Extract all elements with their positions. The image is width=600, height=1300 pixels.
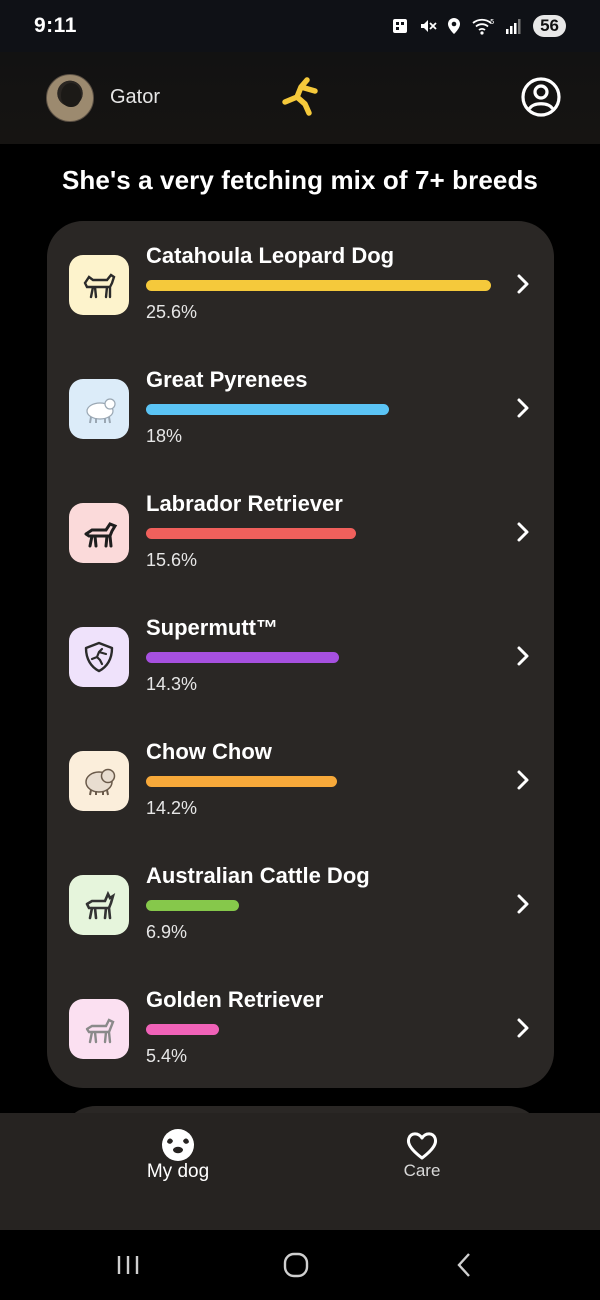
breed-percent-bar xyxy=(146,528,491,539)
recent-apps-icon[interactable] xyxy=(108,1250,148,1280)
dog-avatar[interactable] xyxy=(46,74,94,122)
status-bar: 9:11 5 56 xyxy=(0,0,600,52)
chevron-right-icon[interactable] xyxy=(513,521,533,543)
breed-row-catahoula-leopard-dog[interactable]: Catahoula Leopard Dog 25.6% xyxy=(47,221,554,331)
breed-name: Australian Cattle Dog xyxy=(146,863,370,888)
status-icons: 5 56 xyxy=(391,15,566,37)
chevron-right-icon[interactable] xyxy=(513,273,533,295)
breed-row-labrador-retriever[interactable]: Labrador Retriever 15.6% xyxy=(47,469,554,579)
breed-name: Chow Chow xyxy=(146,739,272,764)
breed-percent: 25.6% xyxy=(146,302,198,322)
chevron-right-icon[interactable] xyxy=(513,1017,533,1039)
breed-percent-bar xyxy=(146,280,491,291)
signal-icon xyxy=(506,19,521,34)
battery-indicator: 56 xyxy=(533,15,566,37)
app-header: Gator xyxy=(0,52,600,144)
system-nav-bar xyxy=(0,1230,600,1300)
breed-percent: 14.2% xyxy=(146,798,198,818)
bottom-nav: My dog Care xyxy=(0,1113,600,1230)
breed-row-australian-cattle-dog[interactable]: Australian Cattle Dog 6.9% xyxy=(47,841,554,951)
dog-name[interactable]: Gator xyxy=(110,86,160,109)
breed-percent: 14.3% xyxy=(146,674,198,694)
breed-percent-bar xyxy=(146,404,491,415)
breed-percent-bar-fill xyxy=(146,776,338,787)
chevron-right-icon[interactable] xyxy=(513,769,533,791)
catahoula-dog-icon xyxy=(69,255,129,315)
breed-percent: 15.6% xyxy=(146,550,198,570)
chevron-right-icon[interactable] xyxy=(513,397,533,419)
breed-percent-bar xyxy=(146,776,491,787)
breed-name: Catahoula Leopard Dog xyxy=(146,243,395,268)
breed-percent-bar xyxy=(146,652,491,663)
chevron-right-icon[interactable] xyxy=(513,893,533,915)
breed-row-chow-chow[interactable]: Chow Chow 14.2% xyxy=(47,717,554,827)
app-logo-icon xyxy=(282,77,318,116)
nav-care[interactable]: Care xyxy=(272,1113,572,1230)
breed-percent-bar-fill xyxy=(146,652,339,663)
breed-name: Great Pyrenees xyxy=(146,367,308,392)
breed-percent-bar-fill xyxy=(146,404,389,415)
breed-percent-bar xyxy=(146,1024,491,1035)
dog-face-icon xyxy=(162,1129,194,1161)
cattle-dog-icon xyxy=(69,875,129,935)
back-icon[interactable] xyxy=(445,1250,485,1280)
breed-percent: 6.9% xyxy=(146,922,188,942)
status-time: 9:11 xyxy=(34,14,77,37)
profile-icon[interactable] xyxy=(520,76,562,118)
supermutt-shield-icon xyxy=(69,627,129,687)
breed-percent-bar xyxy=(146,900,491,911)
location-icon xyxy=(448,18,461,34)
wifi-icon: 5 xyxy=(472,18,495,35)
nav-care-label: Care xyxy=(403,1161,441,1180)
breed-row-great-pyrenees[interactable]: Great Pyrenees 18% xyxy=(47,345,554,455)
breed-mix-headline: She's a very fetching mix of 7+ breeds xyxy=(61,165,538,195)
breed-percent-bar-fill xyxy=(146,280,491,291)
breed-row-supermutt[interactable]: Supermutt™ 14.3% xyxy=(47,593,554,703)
heart-icon xyxy=(406,1132,438,1160)
sim-icon xyxy=(393,19,408,33)
breed-breakdown-card: Catahoula Leopard Dog 25.6% Great Pyrene… xyxy=(47,221,554,1088)
breed-percent-bar-fill xyxy=(146,1024,219,1035)
svg-text:5: 5 xyxy=(490,18,494,26)
golden-retriever-icon xyxy=(69,999,129,1059)
chow-chow-icon xyxy=(69,751,129,811)
breed-percent: 18% xyxy=(146,426,183,446)
breed-name: Supermutt™ xyxy=(146,615,278,640)
breed-percent-bar-fill xyxy=(146,900,239,911)
breed-row-golden-retriever[interactable]: Golden Retriever 5.4% xyxy=(47,965,554,1075)
home-icon[interactable] xyxy=(276,1250,316,1280)
labrador-icon xyxy=(69,503,129,563)
breed-percent: 5.4% xyxy=(146,1046,188,1066)
breed-name: Golden Retriever xyxy=(146,987,324,1012)
breed-name: Labrador Retriever xyxy=(146,491,343,516)
chevron-right-icon[interactable] xyxy=(513,645,533,667)
great-pyrenees-icon xyxy=(69,379,129,439)
breed-percent-bar-fill xyxy=(146,528,357,539)
mute-icon xyxy=(421,20,437,32)
